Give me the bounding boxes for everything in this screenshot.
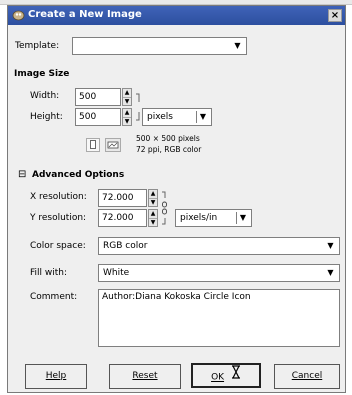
resolution-unit-select[interactable]: pixels/in ▼: [175, 209, 252, 227]
fill-with-label: Fill with:: [30, 268, 68, 278]
ok-button-label: OK: [211, 372, 225, 383]
close-button[interactable]: ×: [328, 9, 342, 22]
comment-label: Comment:: [30, 292, 78, 302]
hourglass-icon: [231, 365, 241, 389]
color-space-select[interactable]: RGB color ▼: [98, 237, 340, 255]
width-spinner[interactable]: ▲ ▼: [122, 88, 132, 106]
chevron-down-icon: ▼: [236, 212, 249, 224]
chevron-down-icon: ▼: [196, 111, 209, 123]
size-unit-select[interactable]: pixels ▼: [142, 108, 212, 126]
spin-up-icon[interactable]: ▲: [123, 109, 131, 117]
y-resolution-spinner[interactable]: ▲ ▼: [148, 209, 158, 227]
template-label: Template:: [15, 41, 60, 51]
ok-button[interactable]: OK: [191, 363, 261, 388]
reset-button[interactable]: Reset: [109, 364, 181, 389]
help-button[interactable]: Help: [25, 364, 87, 389]
reset-button-label: Reset: [132, 371, 158, 381]
portrait-orientation-icon[interactable]: [86, 138, 100, 152]
cancel-button-label: Cancel: [291, 371, 323, 381]
height-spinner[interactable]: ▲ ▼: [122, 108, 132, 126]
spin-down-icon[interactable]: ▼: [149, 198, 157, 206]
advanced-expander-icon[interactable]: ⊟: [18, 169, 26, 180]
spin-up-icon[interactable]: ▲: [149, 210, 157, 218]
spin-up-icon[interactable]: ▲: [123, 89, 131, 97]
spin-down-icon[interactable]: ▼: [123, 97, 131, 105]
gimp-app-icon: [12, 9, 25, 21]
x-resolution-input[interactable]: 72.000: [98, 189, 147, 207]
x-resolution-spinner[interactable]: ▲ ▼: [148, 189, 158, 207]
template-select[interactable]: ▼: [72, 37, 247, 55]
chevron-down-icon: ▼: [234, 41, 241, 50]
chevron-down-icon: ▼: [327, 241, 334, 250]
size-unit-value: pixels: [147, 112, 173, 122]
fill-with-select[interactable]: White ▼: [98, 264, 340, 282]
cancel-button[interactable]: Cancel: [274, 364, 340, 389]
size-info-line2: 72 ppi, RGB color: [136, 145, 202, 154]
size-info-line1: 500 × 500 pixels: [136, 134, 200, 143]
spin-down-icon[interactable]: ▼: [149, 218, 157, 226]
advanced-options-heading[interactable]: Advanced Options: [32, 170, 124, 180]
chevron-down-icon: ▼: [327, 268, 334, 277]
resolution-unit-value: pixels/in: [180, 213, 218, 223]
new-image-dialog: Create a New Image × Template: ▼ Image S…: [7, 5, 346, 393]
help-button-label: Help: [45, 371, 67, 381]
resolution-chain-icon[interactable]: [161, 190, 169, 226]
size-chain-icon[interactable]: [135, 92, 141, 122]
x-resolution-label: X resolution:: [30, 192, 87, 202]
color-space-label: Color space:: [30, 241, 86, 251]
comment-textarea[interactable]: Author:Diana Kokoska Circle Icon: [98, 289, 340, 347]
width-input[interactable]: 500: [75, 88, 121, 106]
y-resolution-input[interactable]: 72.000: [98, 209, 147, 227]
y-resolution-label: Y resolution:: [30, 213, 87, 223]
image-size-heading: Image Size: [14, 69, 70, 79]
height-label: Height:: [30, 112, 63, 122]
spin-up-icon[interactable]: ▲: [149, 190, 157, 198]
spin-down-icon[interactable]: ▼: [123, 117, 131, 125]
fill-with-value: White: [103, 268, 130, 278]
width-label: Width:: [30, 91, 60, 101]
dialog-title: Create a New Image: [28, 9, 142, 20]
color-space-value: RGB color: [103, 241, 148, 251]
landscape-orientation-icon[interactable]: [105, 138, 121, 152]
title-bar[interactable]: Create a New Image ×: [8, 6, 345, 25]
height-input[interactable]: 500: [75, 108, 121, 126]
